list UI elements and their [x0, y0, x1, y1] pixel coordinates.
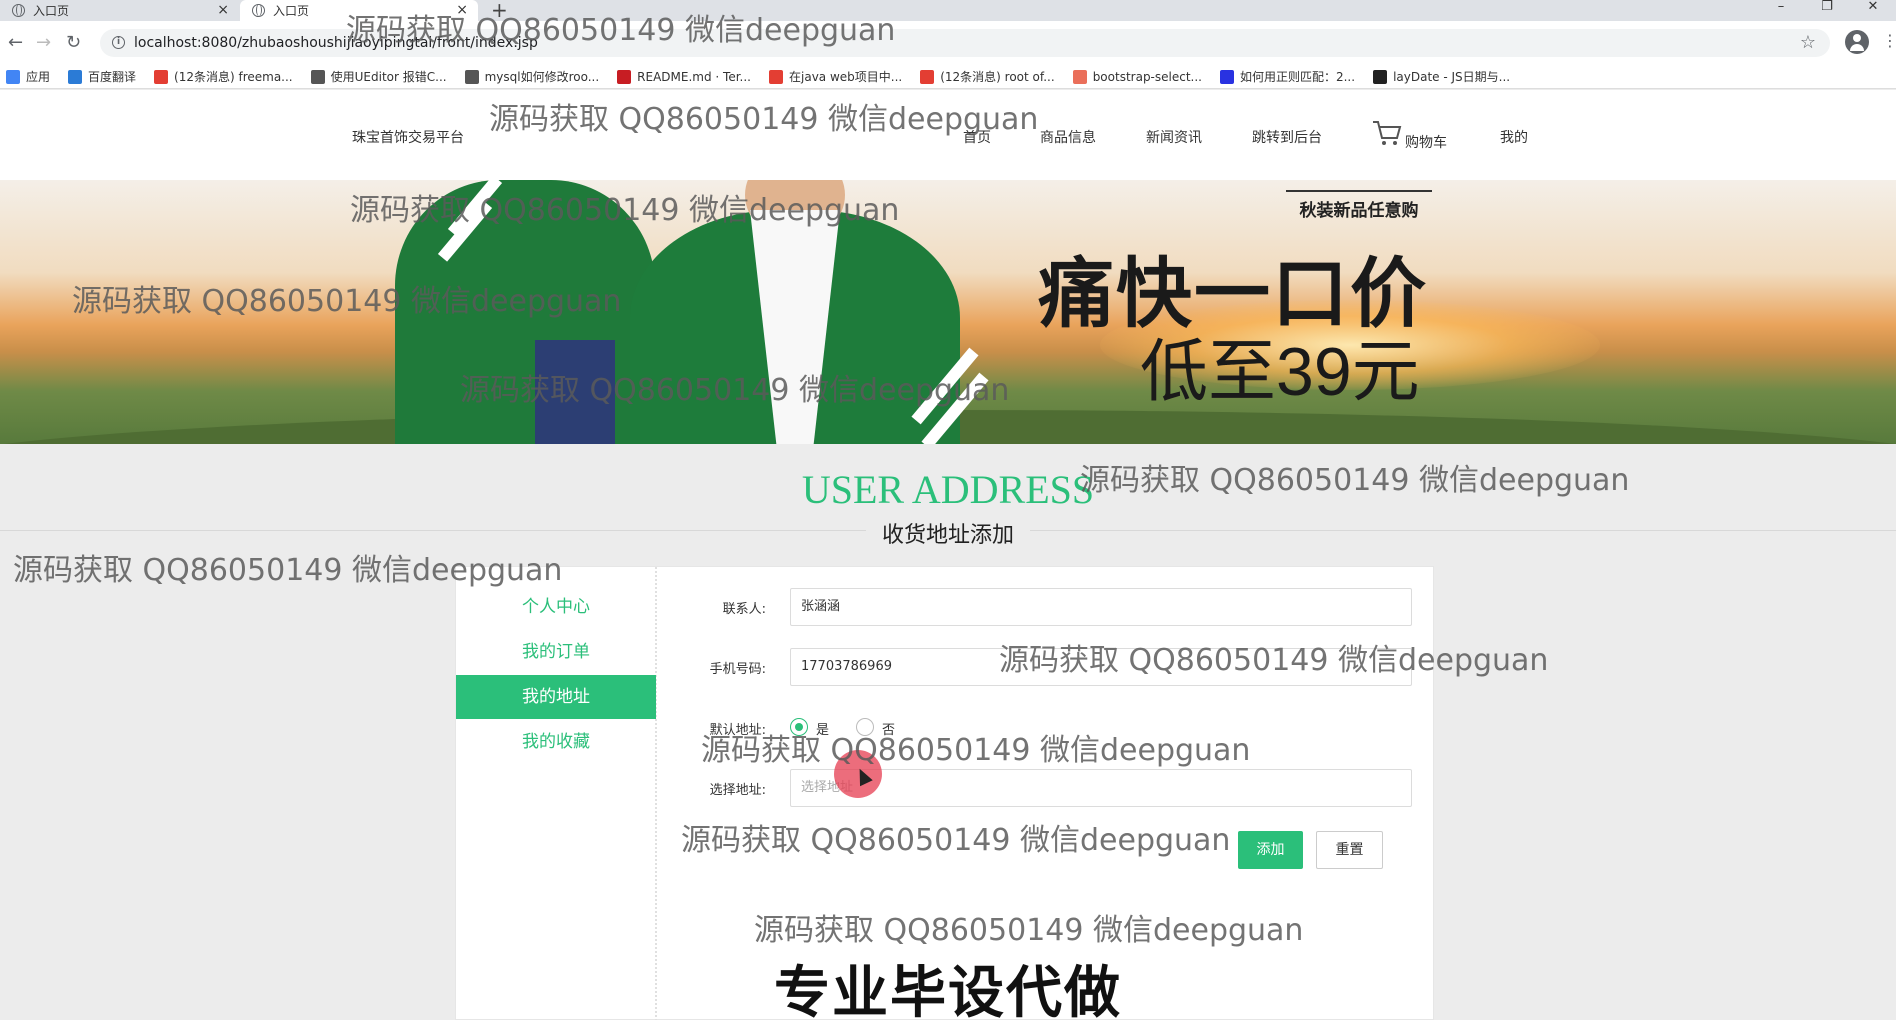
jianshu-icon [1072, 69, 1087, 84]
sidebar-item-address[interactable]: 我的地址 [456, 675, 656, 719]
tab-title: 入口页 [33, 4, 70, 18]
forward-icon[interactable]: → [36, 32, 51, 53]
address-select[interactable]: 选择地址 [790, 769, 1412, 807]
account-icon[interactable] [1845, 30, 1869, 54]
reset-button[interactable]: 重置 [1316, 831, 1383, 869]
banner-price: 低至39元 [1140, 334, 1420, 410]
model-image-right [630, 180, 960, 444]
window-controls: – ❐ ✕ [1758, 0, 1896, 21]
address-bar-row: ← → ↻ i localhost:8080/zhubaoshoushijiao… [0, 21, 1896, 65]
globe-icon [252, 4, 265, 17]
bookmark-item[interactable]: 在java web项目中... [769, 68, 902, 85]
bookmark-label: (12条消息) root of... [940, 70, 1055, 84]
bookmark-item[interactable]: mysql如何修改roo... [464, 68, 600, 85]
sidebar-item-orders[interactable]: 我的订单 [456, 630, 656, 674]
default-no-radio[interactable] [856, 718, 874, 736]
site-brand[interactable]: 珠宝首饰交易平台 [352, 127, 464, 147]
bookmark-label: 如何用正则匹配：2... [1239, 70, 1356, 84]
bookmark-item[interactable]: (12条消息) freema... [154, 68, 293, 85]
bookmark-item[interactable]: README.md · Ter... [617, 69, 751, 84]
bookmark-label: 应用 [26, 70, 51, 84]
nav-admin[interactable]: 跳转到后台 [1252, 127, 1322, 147]
cart-icon[interactable] [1372, 120, 1402, 146]
bookmark-label: bootstrap-select... [1092, 69, 1202, 84]
section-title-cn-text: 收货地址添加 [865, 523, 1030, 548]
bookmark-label: 在java web项目中... [789, 70, 903, 84]
bookmark-item[interactable]: 如何用正则匹配：2... [1219, 68, 1356, 85]
model-jeans [535, 340, 615, 444]
bookmark-label: README.md · Ter... [637, 69, 751, 84]
url-text: localhost:8080/zhubaoshoushijiaoyipingta… [134, 35, 538, 51]
nav-mine[interactable]: 我的 [1500, 127, 1528, 147]
bookmark-label: 使用UEditor 报错C... [330, 70, 447, 84]
link-icon [464, 69, 479, 84]
phone-field[interactable]: 17703786969 [790, 648, 1412, 686]
apps-icon [6, 69, 20, 84]
sidebar-item-favorites[interactable]: 我的收藏 [456, 720, 656, 764]
address-label: 选择地址: [709, 783, 766, 798]
browser-tab-strip: 入口页 × 入口页 × + – ❐ ✕ [0, 0, 1896, 22]
banner-tag: 秋装新品任意购 [1286, 190, 1432, 221]
promo-text: 专业毕设代做 [774, 961, 1122, 1020]
phone-label: 手机号码: [709, 662, 766, 677]
reload-icon[interactable]: ↻ [66, 32, 81, 53]
bookmark-item[interactable]: bootstrap-select... [1072, 69, 1202, 84]
bookmark-item[interactable]: layDate - JS日期与... [1373, 68, 1510, 85]
promo-banner[interactable]: 秋装新品任意购 痛快一口价 低至39元 [0, 180, 1896, 444]
model-shirt [750, 210, 840, 444]
bookmark-item[interactable]: 百度翻译 [68, 68, 136, 85]
contact-label: 联系人: [722, 602, 766, 617]
bookmark-item[interactable]: 使用UEditor 报错C... [310, 68, 447, 85]
bookmark-item[interactable]: (12条消息) root of... [920, 68, 1055, 85]
back-icon[interactable]: ← [8, 32, 23, 53]
bookmark-label: 百度翻译 [88, 70, 137, 84]
close-tab-icon[interactable]: × [217, 2, 229, 18]
csdn-icon [920, 69, 935, 84]
section-title-cn: 收货地址添加 [0, 517, 1896, 549]
bookmark-label: mysql如何修改roo... [484, 70, 600, 84]
default-yes-label: 是 [816, 723, 830, 738]
bookmarks-bar: 应用 百度翻译 (12条消息) freema... 使用UEditor 报错C... m… [0, 65, 1896, 89]
close-window-icon[interactable]: ✕ [1850, 0, 1896, 21]
sidebar-item-profile[interactable]: 个人中心 [456, 585, 656, 629]
nav-products[interactable]: 商品信息 [1040, 127, 1096, 147]
nav-news[interactable]: 新闻资讯 [1146, 127, 1202, 147]
baidu-translate-icon [68, 69, 83, 84]
restore-icon[interactable]: ❐ [1804, 0, 1850, 21]
browser-tab-2[interactable]: 入口页 × [240, 0, 478, 21]
minimize-icon[interactable]: – [1758, 0, 1804, 21]
info-icon[interactable]: i [112, 36, 125, 49]
add-button[interactable]: 添加 [1238, 831, 1303, 869]
new-tab-button[interactable]: + [491, 0, 508, 22]
bookmark-label: (12条消息) freema... [174, 70, 293, 84]
model-image-left [395, 180, 655, 444]
close-tab-icon[interactable]: × [456, 2, 468, 18]
csdn-icon [769, 69, 783, 84]
bookmark-star-icon[interactable]: ☆ [1800, 32, 1816, 53]
browser-menu-icon[interactable]: ⋮ [1882, 31, 1896, 50]
default-address-label: 默认地址: [709, 723, 766, 738]
default-no-label: 否 [882, 723, 896, 738]
default-yes-radio[interactable] [790, 718, 808, 736]
nav-home[interactable]: 首页 [963, 127, 991, 147]
tab-title: 入口页 [273, 4, 310, 18]
bookmark-item[interactable]: 应用 [6, 68, 50, 85]
gitee-icon [617, 69, 632, 84]
baidu-icon [1219, 69, 1234, 84]
globe-icon [12, 4, 25, 17]
browser-tab-1[interactable]: 入口页 × [0, 0, 239, 21]
section-title-en: USER ADDRESS [801, 467, 1095, 512]
link-icon [310, 69, 325, 84]
csdn-icon [154, 69, 169, 84]
bookmark-label: layDate - JS日期与... [1393, 70, 1511, 84]
site-header: 珠宝首饰交易平台 首页 商品信息 新闻资讯 跳转到后台 购物车 我的 [0, 90, 1896, 180]
contact-field[interactable]: 张涵涵 [790, 588, 1412, 626]
url-input[interactable]: i localhost:8080/zhubaoshoushijiaoyiping… [100, 29, 1830, 57]
nav-cart[interactable]: 购物车 [1405, 132, 1447, 152]
laydate-icon [1373, 69, 1388, 84]
